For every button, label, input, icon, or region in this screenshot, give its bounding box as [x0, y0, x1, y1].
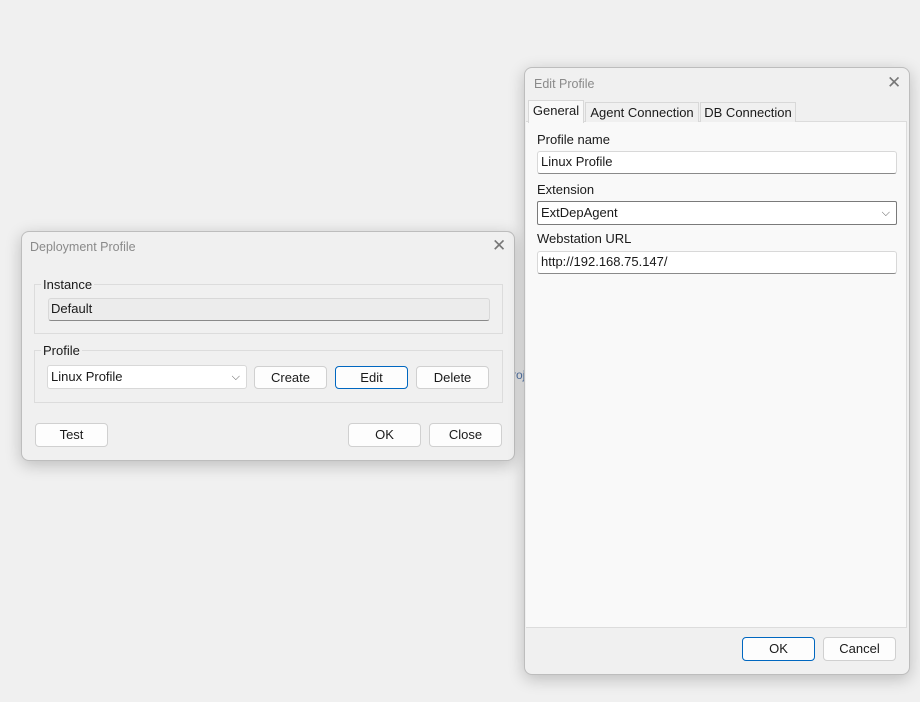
profile-name-input[interactable]: Linux Profile	[537, 151, 897, 174]
dialog-title: Deployment Profile	[30, 240, 136, 254]
edit-button[interactable]: Edit	[335, 366, 408, 389]
general-tab-panel	[526, 121, 907, 628]
instance-label: Instance	[41, 277, 95, 292]
close-button[interactable]: Close	[429, 423, 502, 447]
extension-select[interactable]: ExtDepAgent ⌵	[537, 201, 897, 225]
close-icon[interactable]: ✕	[887, 73, 901, 93]
profile-label: Profile	[41, 343, 82, 358]
ok-button[interactable]: OK	[742, 637, 815, 661]
webstation-url-label: Webstation URL	[537, 231, 632, 246]
dialog-title: Edit Profile	[534, 77, 595, 91]
ok-button[interactable]: OK	[348, 423, 421, 447]
tab-general[interactable]: General	[528, 100, 584, 123]
edit-profile-dialog: Edit Profile ✕ General Agent Connection …	[524, 67, 910, 675]
webstation-url-input[interactable]: http://192.168.75.147/	[537, 251, 897, 274]
cancel-button[interactable]: Cancel	[823, 637, 896, 661]
close-icon[interactable]: ✕	[492, 236, 506, 256]
chevron-down-icon: ⌵	[881, 207, 890, 219]
test-button[interactable]: Test	[35, 423, 108, 447]
delete-button[interactable]: Delete	[416, 366, 489, 389]
extension-select-value: ExtDepAgent	[541, 205, 618, 220]
create-button[interactable]: Create	[254, 366, 327, 389]
chevron-down-icon: ⌵	[231, 371, 240, 383]
profile-select[interactable]: Linux Profile ⌵	[47, 365, 247, 389]
instance-field: Default	[48, 298, 490, 321]
tab-db-connection[interactable]: DB Connection	[700, 102, 796, 122]
deployment-profile-dialog: Deployment Profile ✕ Instance Default Pr…	[21, 231, 515, 461]
profile-name-label: Profile name	[537, 132, 610, 147]
profile-select-value: Linux Profile	[51, 369, 123, 384]
extension-label: Extension	[537, 182, 595, 197]
tab-agent-connection[interactable]: Agent Connection	[585, 102, 699, 122]
